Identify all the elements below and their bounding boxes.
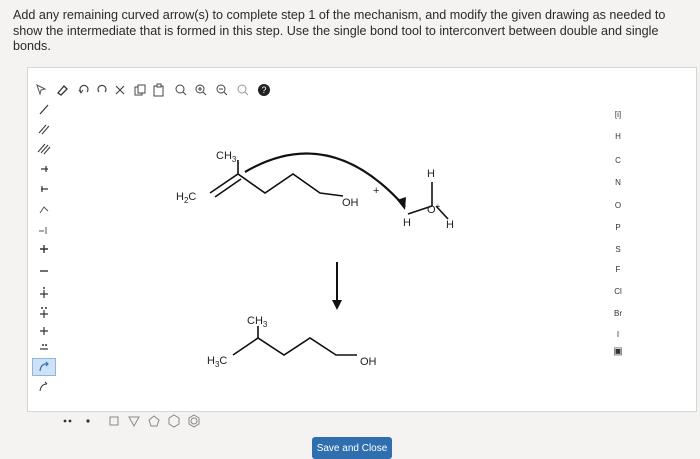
help-icon[interactable]: ? xyxy=(256,82,272,98)
wedge-bond-icon[interactable] xyxy=(32,160,56,178)
two-dots-icon[interactable] xyxy=(60,413,76,429)
element-s[interactable]: S xyxy=(598,245,638,254)
top-plus-label: + xyxy=(373,185,379,197)
cyclopentane-icon[interactable] xyxy=(146,413,162,429)
pointer-icon[interactable] xyxy=(34,82,50,98)
one-dot-icon[interactable] xyxy=(80,413,96,429)
eraser-icon[interactable] xyxy=(54,82,70,98)
periodic-table-icon[interactable]: [i] xyxy=(598,110,638,119)
hash-bond-icon[interactable] xyxy=(32,180,56,198)
svg-text:?: ? xyxy=(261,85,266,95)
negative-charge-icon[interactable] xyxy=(32,262,56,280)
template-icon[interactable]: ▣ xyxy=(598,346,638,357)
copy-icon[interactable] xyxy=(132,82,148,98)
benzene-icon[interactable] xyxy=(186,413,202,429)
top-h-left: H xyxy=(403,217,411,229)
element-h[interactable]: H xyxy=(598,132,638,141)
drawing-canvas[interactable]: CH3 H2C OH + H H H O+ CH3 H3C OH xyxy=(60,102,588,407)
top-o-label: O+ xyxy=(427,202,441,216)
reaction-arrow-icon xyxy=(332,300,342,310)
chain-icon[interactable] xyxy=(32,200,56,218)
stereo-icon[interactable] xyxy=(32,220,56,238)
element-f[interactable]: F xyxy=(598,265,638,274)
curved-arrow-icon[interactable] xyxy=(32,358,56,376)
save-and-close-button[interactable]: Save and Close xyxy=(312,437,392,459)
single-bond-icon[interactable] xyxy=(32,100,56,118)
top-ch3-label: CH3 xyxy=(216,150,237,164)
instruction-text: Add any remaining curved arrow(s) to com… xyxy=(13,8,666,53)
lone-pair-plus-icon[interactable] xyxy=(32,304,56,322)
zoom-in-icon[interactable] xyxy=(193,82,209,98)
positive-charge-icon[interactable] xyxy=(32,240,56,258)
paste-icon[interactable] xyxy=(151,82,167,98)
top-molecule[interactable] xyxy=(209,152,449,220)
element-n[interactable]: N xyxy=(598,178,638,187)
bottom-oh-label: OH xyxy=(360,356,377,368)
top-h2c-label: H2C xyxy=(176,191,196,205)
zoom-out-icon[interactable] xyxy=(214,82,230,98)
redo-icon[interactable] xyxy=(94,82,110,98)
cyclopropane-icon[interactable] xyxy=(106,413,122,429)
element-c[interactable]: C xyxy=(598,156,638,165)
radical-plus-icon[interactable] xyxy=(32,284,56,302)
bottom-molecule[interactable] xyxy=(232,326,357,356)
bottom-toolbar xyxy=(60,413,260,429)
top-toolbar: ? xyxy=(30,78,330,102)
double-bond-icon[interactable] xyxy=(32,120,56,138)
top-h-upper: H xyxy=(427,168,435,180)
cyclohexane-icon[interactable] xyxy=(166,413,182,429)
bottom-h3c-label: H3C xyxy=(207,355,227,369)
zoom-reset-icon[interactable] xyxy=(235,82,251,98)
cut-icon[interactable] xyxy=(112,82,128,98)
left-toolbar xyxy=(32,100,58,400)
element-o[interactable]: O xyxy=(598,201,638,210)
zoom-fit-icon[interactable] xyxy=(173,82,189,98)
undo-icon[interactable] xyxy=(76,82,92,98)
triple-bond-icon[interactable] xyxy=(32,140,56,158)
bottom-ch3-label: CH3 xyxy=(247,315,268,329)
fishhook-arrow-icon[interactable] xyxy=(32,378,56,396)
top-h-right: H xyxy=(446,219,454,231)
element-palette: [i] H C N O P S F Cl Br I ▣ xyxy=(598,110,638,360)
electron-pair-icon[interactable] xyxy=(32,338,56,356)
element-br[interactable]: Br xyxy=(598,309,638,318)
element-p[interactable]: P xyxy=(598,223,638,232)
element-i[interactable]: I xyxy=(598,330,638,339)
element-cl[interactable]: Cl xyxy=(598,287,638,296)
cyclobutane-icon[interactable] xyxy=(126,413,142,429)
top-oh-label: OH xyxy=(342,197,359,209)
